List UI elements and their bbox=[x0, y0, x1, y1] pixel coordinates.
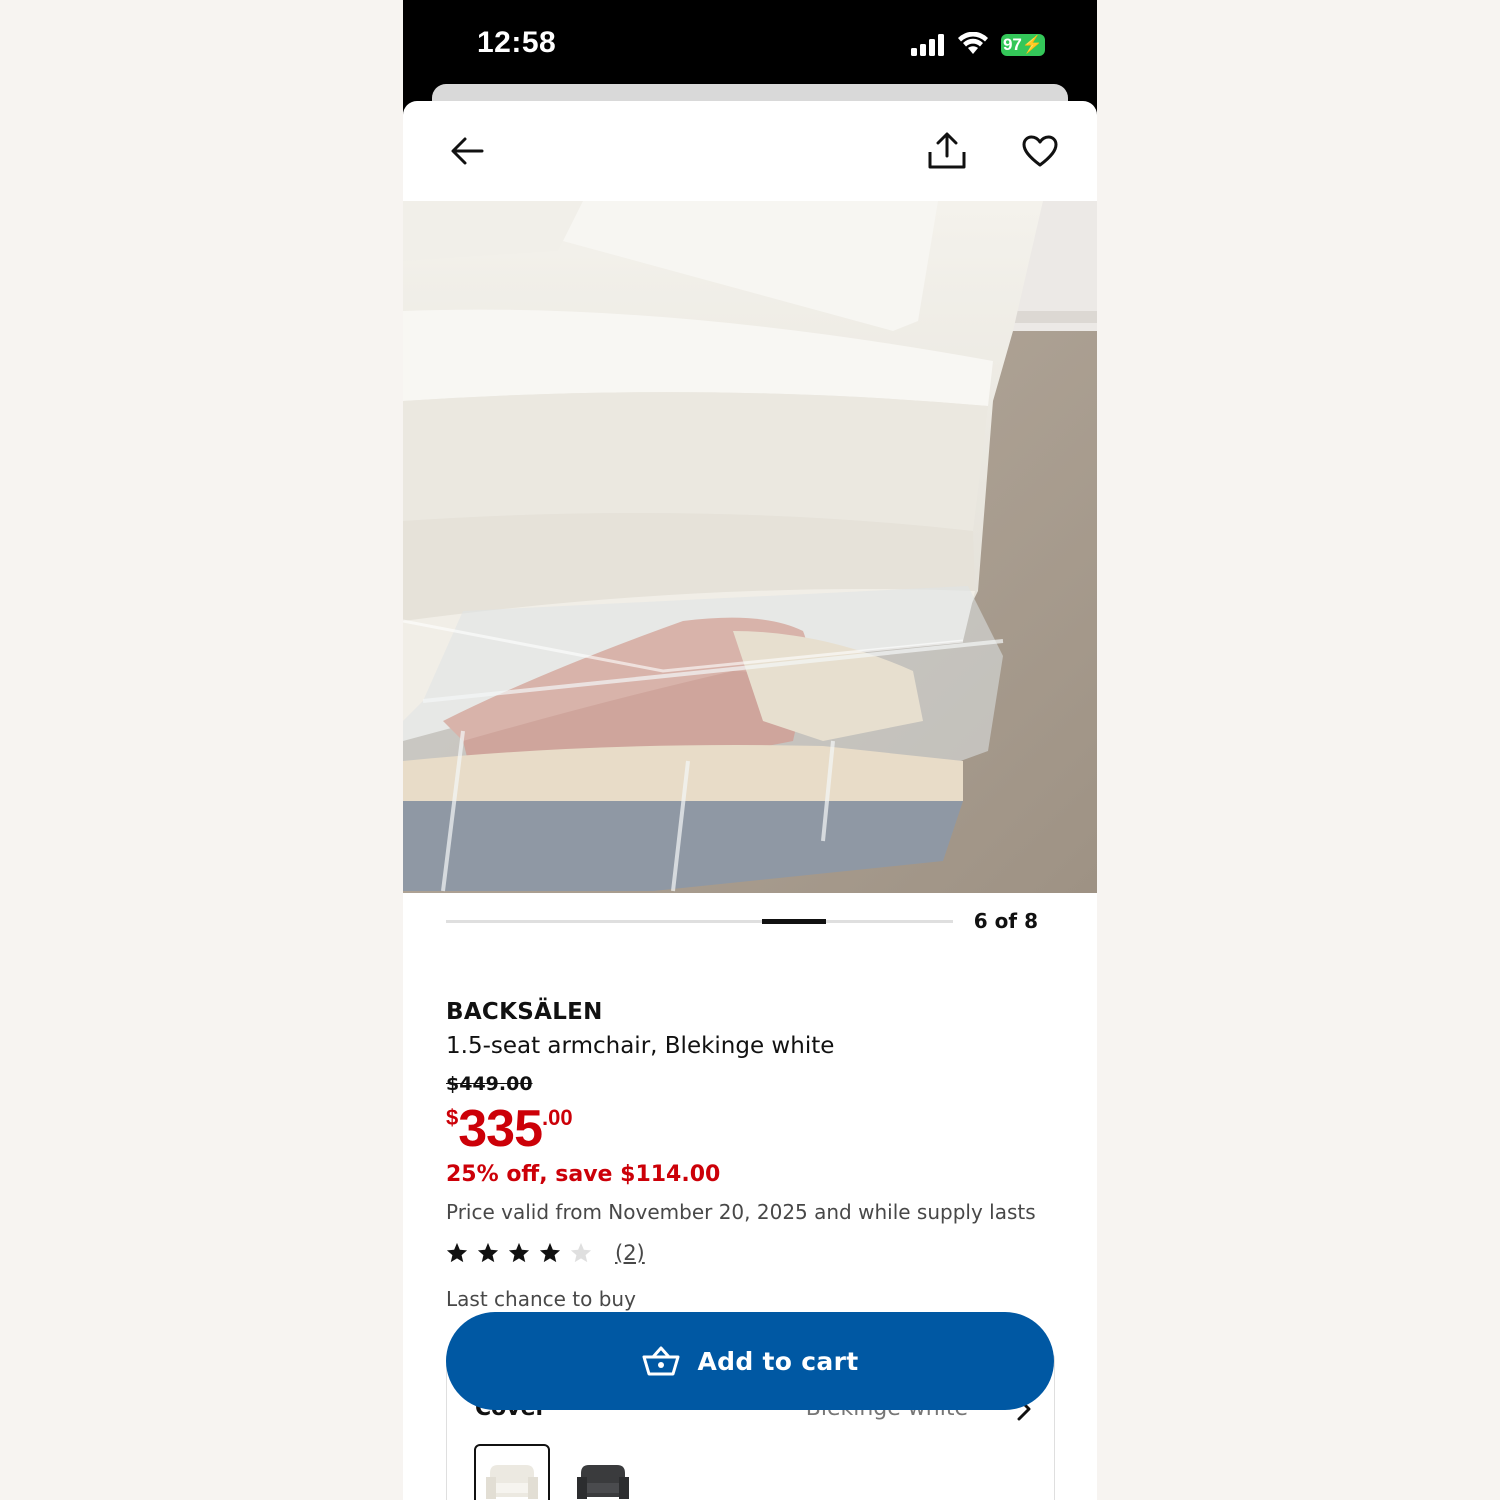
top-navigation bbox=[403, 101, 1097, 201]
rating[interactable]: (2) bbox=[446, 1241, 645, 1265]
add-to-cart-label: Add to cart bbox=[697, 1346, 859, 1376]
star-icon bbox=[477, 1242, 499, 1263]
star-icon bbox=[539, 1242, 561, 1263]
star-icon bbox=[508, 1242, 530, 1263]
heart-icon bbox=[1022, 135, 1058, 167]
price-currency: $ bbox=[446, 1105, 459, 1130]
favorite-button[interactable] bbox=[1016, 127, 1064, 175]
product-name: BACKSÄLEN bbox=[446, 999, 603, 1025]
share-button[interactable] bbox=[923, 127, 971, 175]
signal-icon bbox=[911, 34, 944, 56]
price-decimal: .00 bbox=[542, 1105, 573, 1130]
product-image[interactable] bbox=[403, 201, 1097, 893]
gallery-position: 6 of 8 bbox=[973, 909, 1038, 933]
basket-icon bbox=[642, 1346, 680, 1376]
phone-screen: 12:58 97⚡ 6 of 8 BACKSÄLEN 1.5-seat armc… bbox=[403, 0, 1097, 1500]
black-armchair-thumbnail bbox=[577, 1465, 629, 1499]
add-to-cart-button[interactable]: Add to cart bbox=[446, 1312, 1054, 1410]
product-sheet: 6 of 8 BACKSÄLEN 1.5-seat armchair, Blek… bbox=[403, 101, 1097, 1500]
gallery-progress-track bbox=[446, 920, 953, 923]
back-arrow-icon bbox=[451, 137, 484, 165]
battery-indicator: 97⚡ bbox=[1001, 34, 1045, 56]
armchair-photo bbox=[403, 201, 1097, 893]
price-integer: 335 bbox=[458, 1100, 543, 1158]
status-time: 12:58 bbox=[477, 26, 557, 59]
white-armchair-thumbnail bbox=[486, 1465, 538, 1499]
back-button[interactable] bbox=[443, 127, 491, 175]
swatch-white[interactable] bbox=[474, 1444, 550, 1500]
status-bar: 12:58 97⚡ bbox=[403, 0, 1097, 90]
battery-level: 97 bbox=[1002, 35, 1022, 54]
star-empty-icon bbox=[570, 1242, 592, 1263]
product-description: 1.5-seat armchair, Blekinge white bbox=[446, 1033, 835, 1059]
availability-text: Last chance to buy bbox=[446, 1287, 636, 1311]
sale-price: $335.00 bbox=[446, 1099, 573, 1159]
price-validity: Price valid from November 20, 2025 and w… bbox=[446, 1200, 1036, 1224]
original-price: $449.00 bbox=[446, 1073, 533, 1095]
star-icon bbox=[446, 1242, 468, 1263]
wifi-icon bbox=[958, 32, 988, 54]
discount-text: 25% off, save $114.00 bbox=[446, 1162, 721, 1187]
share-icon bbox=[928, 132, 966, 169]
swatch-black[interactable] bbox=[565, 1444, 641, 1500]
review-count-link[interactable]: (2) bbox=[615, 1241, 645, 1265]
gallery-progress-thumb bbox=[762, 919, 826, 924]
